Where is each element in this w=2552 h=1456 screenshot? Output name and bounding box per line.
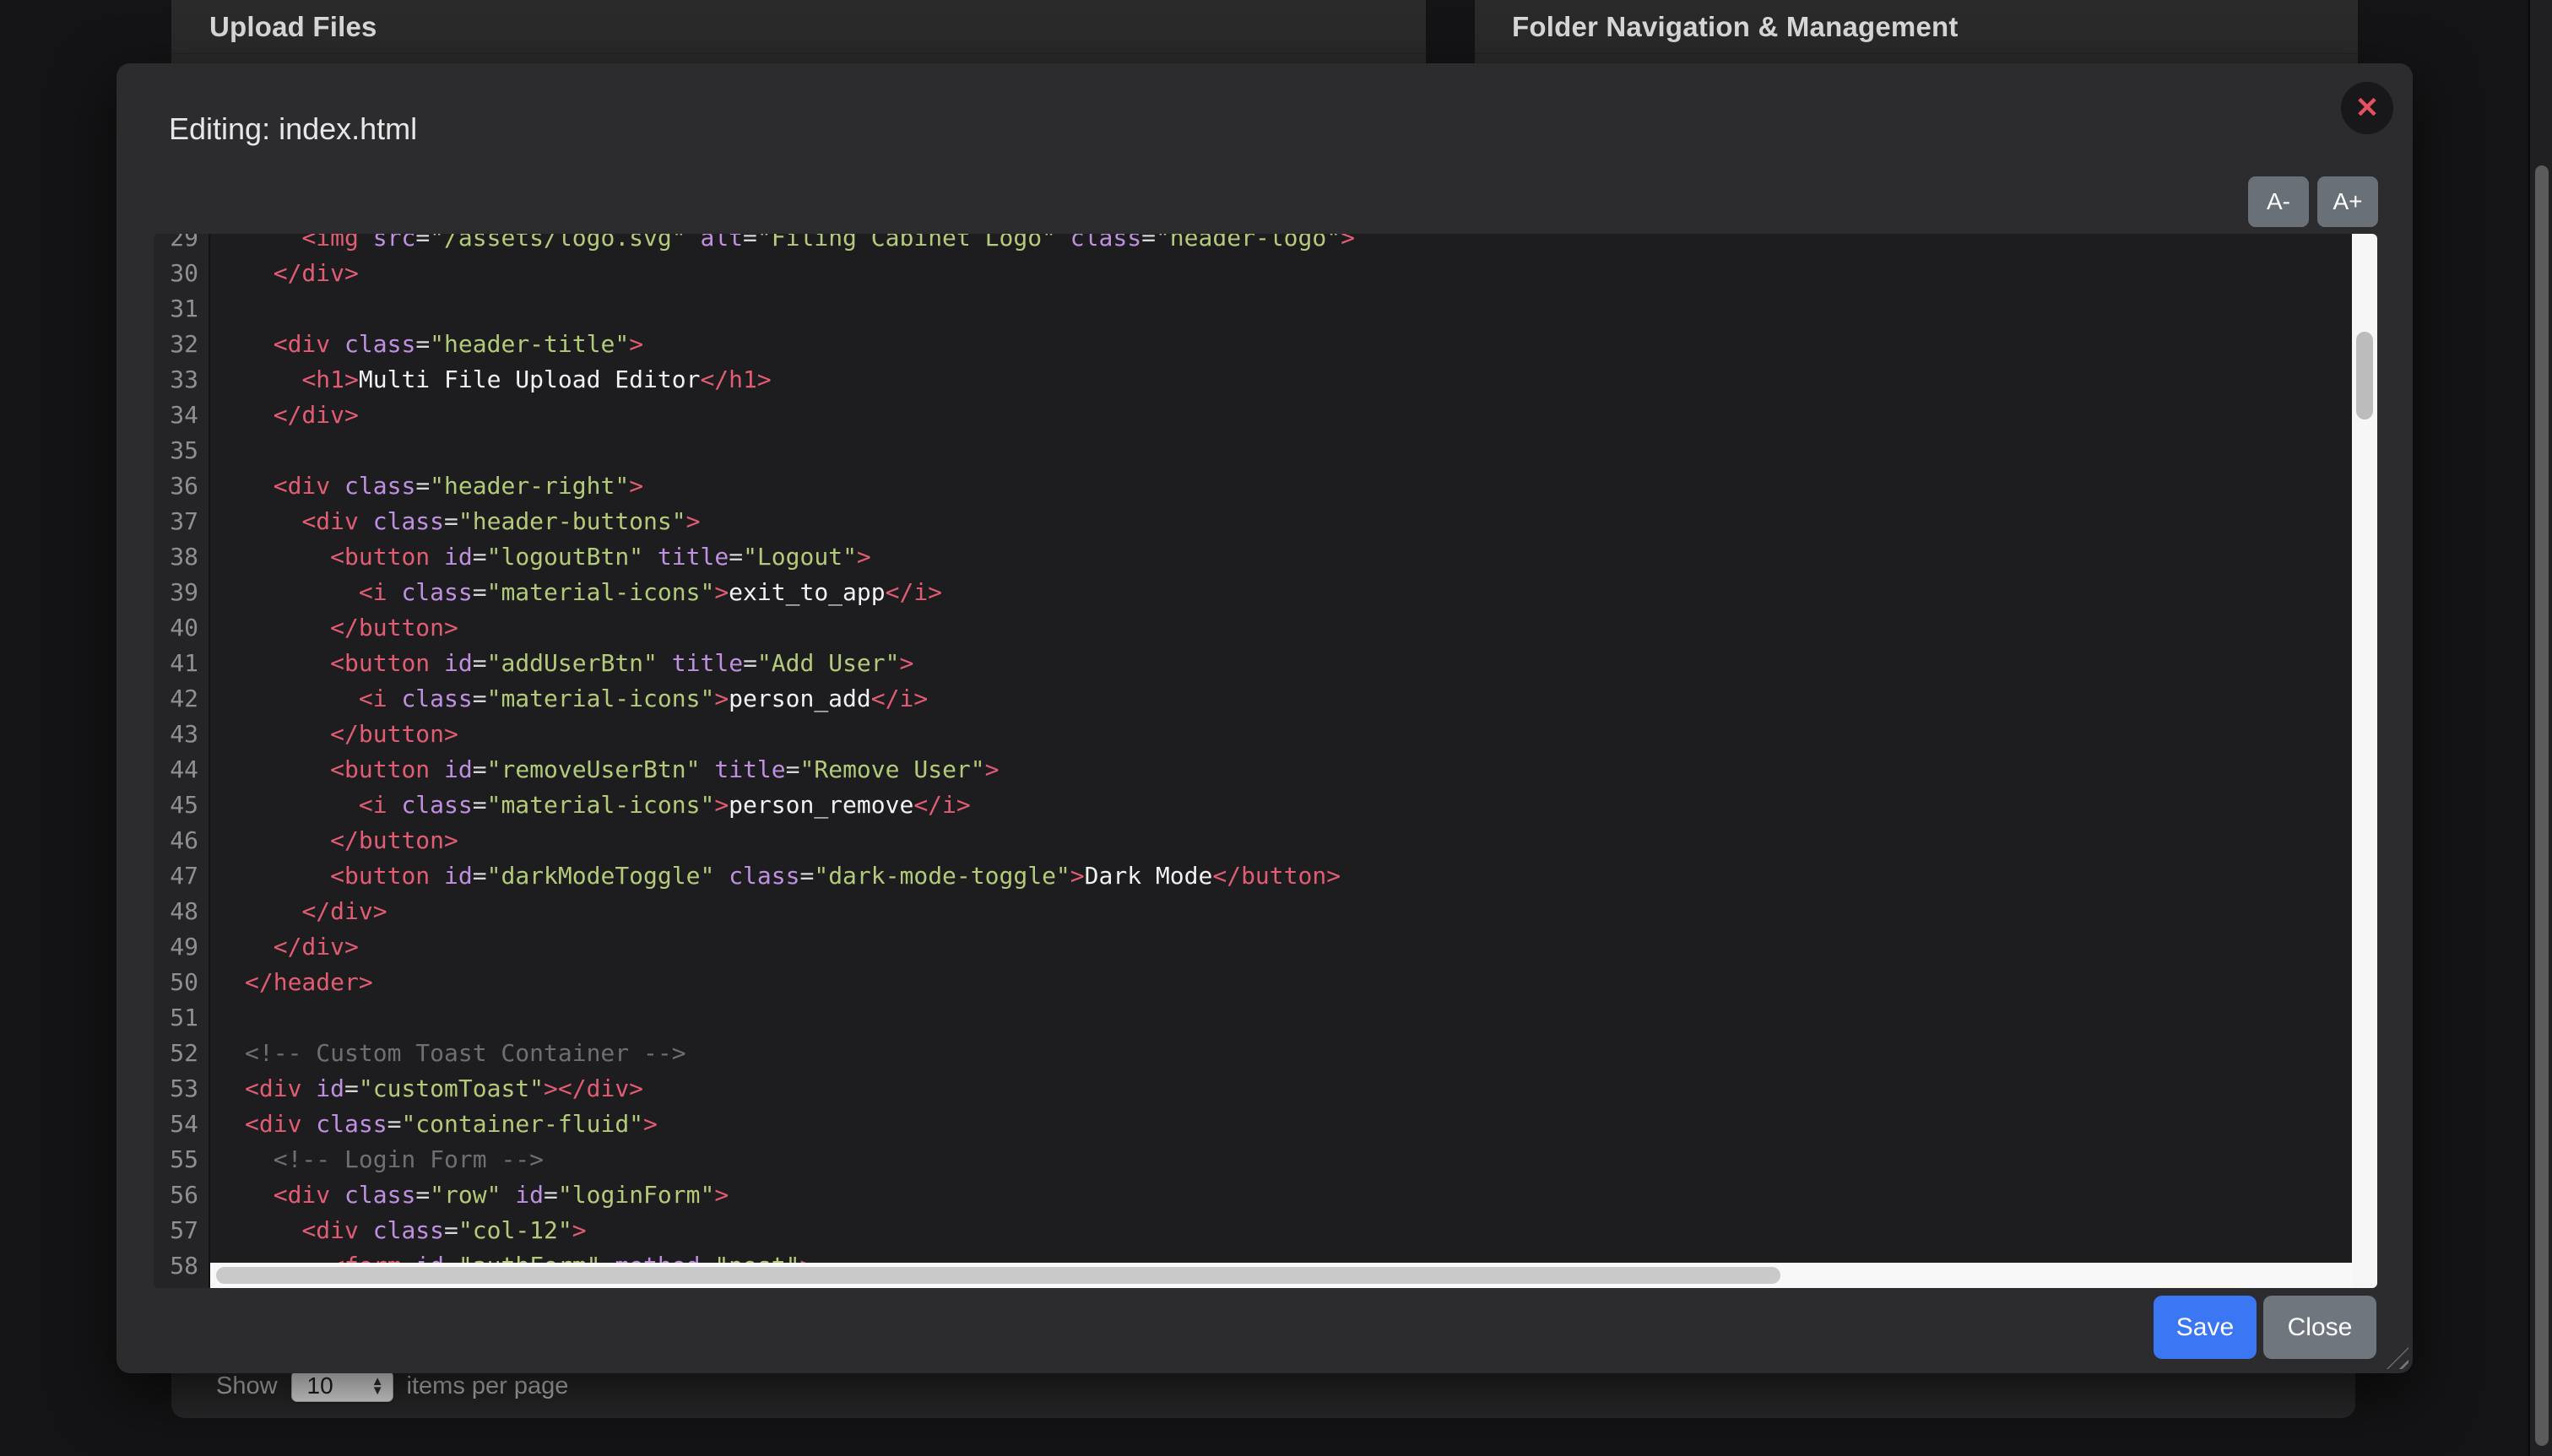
line-number: 47 [154,858,209,894]
code-line [245,1000,2352,1036]
code-line: </button> [245,823,2352,858]
code-line: </div> [245,398,2352,433]
code-line: <form id="authForm" method="post"> [245,1248,2352,1263]
code-line: </header> [245,965,2352,1000]
line-number: 39 [154,575,209,610]
line-number: 45 [154,788,209,823]
close-button[interactable]: Close [2263,1296,2376,1359]
line-number-gutter: 2930313233343536373839404142434445464748… [154,234,210,1288]
modal-close-button[interactable]: ✕ [2341,82,2393,134]
line-number: 34 [154,398,209,433]
code-editor[interactable]: 2930313233343536373839404142434445464748… [154,234,2377,1288]
folder-navigation-title: Folder Navigation & Management [1475,11,1959,43]
editor-vertical-scrollbar-thumb[interactable] [2356,332,2373,419]
code-line: </button> [245,610,2352,646]
save-button[interactable]: Save [2154,1296,2257,1359]
line-numbers: 2930313233343536373839404142434445464748… [154,234,209,1284]
code-line: </div> [245,256,2352,291]
code-line: <h1>Multi File Upload Editor</h1> [245,362,2352,398]
code-line: <div class="row" id="loginForm"> [245,1177,2352,1213]
line-number: 56 [154,1177,209,1213]
line-number: 46 [154,823,209,858]
code-line: <button id="addUserBtn" title="Add User"… [245,646,2352,681]
modal-resize-grip[interactable] [2387,1347,2408,1369]
editor-horizontal-scrollbar-thumb[interactable] [216,1267,1780,1284]
line-number: 36 [154,468,209,504]
page-scrollbar-thumb[interactable] [2535,165,2549,1446]
line-number: 43 [154,717,209,752]
code-line [245,291,2352,327]
line-number: 57 [154,1213,209,1248]
line-number: 38 [154,539,209,575]
code-line: <!-- Login Form --> [245,1142,2352,1177]
folder-navigation-panel-header: Folder Navigation & Management [1475,0,2358,54]
line-number: 37 [154,504,209,539]
code-line [245,433,2352,468]
edit-file-modal: Editing: index.html ✕ A- A+ 293031323334… [116,63,2413,1373]
code-line: <i class="material-icons">person_add</i> [245,681,2352,717]
font-increase-button[interactable]: A+ [2317,176,2378,227]
line-number: 31 [154,291,209,327]
folder-navigation-panel: Folder Navigation & Management [1475,0,2358,63]
pagination-row: Show 10 ▲▼ items per page [216,1369,568,1403]
code-viewport[interactable]: <img src="/assets/logo.svg" alt="Filing … [212,234,2352,1263]
show-label: Show [216,1372,278,1400]
editor-vertical-scrollbar[interactable] [2352,234,2377,1288]
code-line: <img src="/assets/logo.svg" alt="Filing … [245,234,2352,256]
code-line: <button id="darkModeToggle" class="dark-… [245,858,2352,894]
code-line: </div> [245,894,2352,929]
line-number: 32 [154,327,209,362]
line-number: 35 [154,433,209,468]
items-per-page-select[interactable]: 10 ▲▼ [291,1371,393,1402]
editor-horizontal-scrollbar[interactable] [210,1263,2352,1288]
code-line: <!-- Custom Toast Container --> [245,1036,2352,1071]
line-number: 30 [154,256,209,291]
code-line: </div> [245,929,2352,965]
line-number: 44 [154,752,209,788]
line-number: 53 [154,1071,209,1107]
items-per-page-value: 10 [292,1372,371,1399]
code-line: <button id="logoutBtn" title="Logout"> [245,539,2352,575]
code-line: <div id="customToast"></div> [245,1071,2352,1107]
code-line: <div class="header-title"> [245,327,2352,362]
line-number: 41 [154,646,209,681]
line-number: 40 [154,610,209,646]
code-line: <div class="header-right"> [245,468,2352,504]
code-line: <div class="container-fluid"> [245,1107,2352,1142]
font-decrease-button[interactable]: A- [2248,176,2309,227]
code-content: <img src="/assets/logo.svg" alt="Filing … [212,234,2352,1263]
code-line: <i class="material-icons">person_remove<… [245,788,2352,823]
line-number: 48 [154,894,209,929]
page-scrollbar[interactable] [2528,0,2552,1456]
upload-files-panel: Upload Files [171,0,1426,63]
code-line: </button> [245,717,2352,752]
code-line: <i class="material-icons">exit_to_app</i… [245,575,2352,610]
line-number: 52 [154,1036,209,1071]
modal-title: Editing: index.html [169,111,417,147]
line-number: 33 [154,362,209,398]
upload-files-title: Upload Files [171,11,377,43]
line-number: 54 [154,1107,209,1142]
line-number: 42 [154,681,209,717]
line-number: 58 [154,1248,209,1284]
code-line: <div class="header-buttons"> [245,504,2352,539]
items-per-page-label: items per page [407,1372,569,1400]
code-line: <button id="removeUserBtn" title="Remove… [245,752,2352,788]
line-number: 49 [154,929,209,965]
close-icon: ✕ [2355,91,2380,125]
upload-files-panel-header: Upload Files [171,0,1426,54]
line-number: 29 [154,234,209,256]
select-stepper-icon: ▲▼ [371,1377,393,1395]
code-line: <div class="col-12"> [245,1213,2352,1248]
line-number: 55 [154,1142,209,1177]
line-number: 50 [154,965,209,1000]
line-number: 51 [154,1000,209,1036]
